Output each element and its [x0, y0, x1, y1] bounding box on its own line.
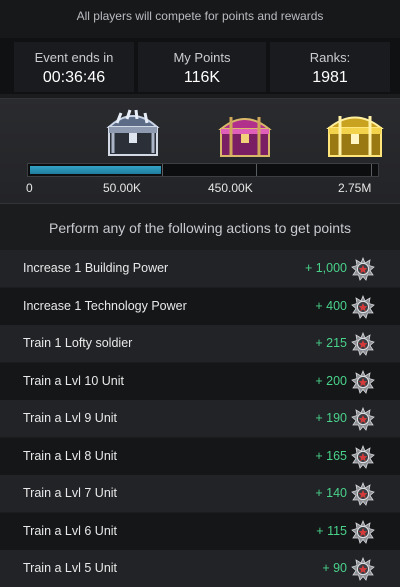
- action-row: Train a Lvl 6 Unit + 115: [0, 512, 400, 550]
- action-label: Increase 1 Building Power: [23, 261, 169, 275]
- threshold-label-1: 50.00K: [103, 181, 142, 195]
- my-points-card: My Points 116K: [138, 42, 266, 92]
- silver-chest-icon[interactable]: [103, 107, 163, 161]
- medal-badge-icon: [351, 370, 375, 394]
- medal-badge-icon: [351, 407, 375, 431]
- action-points: + 90: [322, 561, 347, 575]
- medal-badge-icon: [351, 557, 375, 581]
- action-label: Train a Lvl 8 Unit: [23, 448, 118, 463]
- action-row: Increase 1 Building Power + 1,000: [0, 250, 400, 287]
- action-points: + 190: [315, 411, 347, 425]
- action-points: + 200: [315, 373, 347, 388]
- action-row: Increase 1 Technology Power + 400: [0, 287, 400, 325]
- threshold-label-3: 2.75M: [338, 181, 372, 195]
- medal-badge-icon: [351, 445, 375, 469]
- action-row: Train 1 Lofty soldier + 215: [0, 325, 400, 362]
- action-points: + 1,000: [304, 261, 347, 275]
- reward-progress-panel: 0 50.00K 450.00K 2.75M: [0, 98, 400, 204]
- stats-panel: Event ends in 00:36:46 My Points 116K Ra…: [0, 38, 400, 94]
- action-label: Increase 1 Technology Power: [23, 298, 187, 313]
- event-timer-value: 00:36:46: [42, 69, 106, 86]
- action-points: + 165: [315, 448, 347, 463]
- medal-badge-icon: [351, 257, 375, 281]
- rank-label: Ranks:: [309, 50, 351, 65]
- action-points: + 215: [315, 336, 347, 350]
- event-timer-card: Event ends in 00:36:46: [14, 42, 134, 92]
- pink-chest-icon[interactable]: [216, 111, 274, 161]
- progress-tick: [371, 164, 372, 176]
- action-row: Train a Lvl 9 Unit + 190: [0, 400, 400, 437]
- banner-text: All players will compete for points and …: [76, 9, 324, 23]
- action-row: Train a Lvl 7 Unit + 140: [0, 475, 400, 512]
- reward-progress-bar: [27, 163, 379, 177]
- actions-title: Perform any of the following actions to …: [49, 220, 351, 236]
- progress-tick: [162, 164, 163, 176]
- action-points: + 400: [315, 298, 347, 313]
- action-points: + 115: [316, 523, 347, 538]
- info-banner: All players will compete for points and …: [0, 0, 400, 38]
- action-points: + 140: [315, 486, 347, 500]
- action-label: Train a Lvl 5 Unit: [23, 561, 118, 575]
- action-row: Train a Lvl 10 Unit + 200: [0, 362, 400, 400]
- action-row: Train a Lvl 5 Unit + 90: [0, 550, 400, 587]
- event-timer-label: Event ends in: [34, 50, 114, 65]
- medal-badge-icon: [351, 482, 375, 506]
- action-label: Train a Lvl 6 Unit: [23, 523, 118, 538]
- threshold-label-0: 0: [26, 181, 33, 195]
- action-label: Train a Lvl 9 Unit: [23, 411, 118, 425]
- my-points-value: 116K: [183, 69, 221, 86]
- action-row: Train a Lvl 8 Unit + 165: [0, 437, 400, 475]
- medal-badge-icon: [351, 295, 375, 319]
- my-points-label: My Points: [173, 50, 231, 65]
- action-label: Train a Lvl 7 Unit: [23, 486, 118, 500]
- rank-value: 1981: [312, 69, 348, 86]
- action-label: Train a Lvl 10 Unit: [23, 373, 124, 388]
- threshold-label-2: 450.00K: [208, 181, 253, 195]
- medal-badge-icon: [351, 332, 375, 356]
- action-label: Train 1 Lofty soldier: [23, 336, 133, 350]
- rank-card: Ranks: 1981: [270, 42, 390, 92]
- gold-chest-icon[interactable]: [324, 109, 386, 161]
- medal-badge-icon: [351, 520, 375, 544]
- progress-tick: [256, 164, 257, 176]
- reward-progress-fill: [30, 166, 161, 174]
